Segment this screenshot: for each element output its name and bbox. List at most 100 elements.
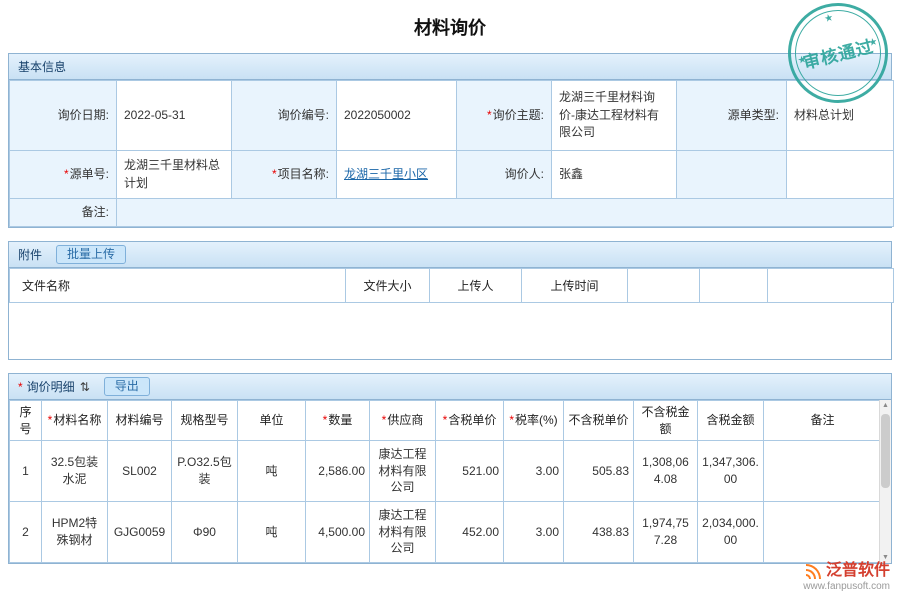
required-marker: *	[509, 413, 514, 427]
column-header-empty	[768, 269, 894, 303]
required-marker: *	[382, 413, 387, 427]
brand-watermark: 泛普软件 www.fanpusoft.com	[803, 562, 890, 592]
required-marker: *	[272, 167, 277, 181]
cell-no-tax-amount: 1,974,757.28	[634, 502, 698, 563]
column-header-seq: 序号	[10, 401, 42, 441]
cell-quantity: 2,586.00	[306, 441, 370, 502]
cell-tax-amount: 1,347,306.00	[698, 441, 764, 502]
cell-tax-price: 521.00	[436, 441, 504, 502]
header-text: 数量	[328, 413, 352, 427]
column-header-material-no: 材料编号	[108, 401, 172, 441]
header-text: 税率(%)	[515, 413, 558, 427]
label-text: 项目名称:	[278, 167, 329, 181]
inquiry-detail-panel: *询价明细⇅ 导出 序号 *材料名称 材料编号 规格型号 单位 *数量 *供应商…	[8, 373, 892, 564]
inquirer-label: 询价人:	[457, 151, 552, 199]
required-marker: *	[48, 413, 53, 427]
source-type-value: 材料总计划	[787, 81, 894, 151]
cell-material-no: SL002	[108, 441, 172, 502]
header-text: 备注	[810, 413, 834, 427]
cell-seq: 1	[10, 441, 42, 502]
column-header-tax-price: *含税单价	[436, 401, 504, 441]
inquiry-detail-table-wrap: 序号 *材料名称 材料编号 规格型号 单位 *数量 *供应商 *含税单价 *税率…	[9, 400, 891, 563]
subject-label: *询价主题:	[457, 81, 552, 151]
subject-value: 龙湖三千里材料询价-康达工程材料有限公司	[552, 81, 677, 151]
attachments-header: 附件 批量上传	[9, 242, 891, 268]
brand-name: 泛普软件	[826, 563, 890, 579]
column-header-empty	[628, 269, 700, 303]
scroll-down-icon[interactable]: ▼	[880, 554, 891, 561]
cell-spec: Φ90	[172, 502, 238, 563]
basic-info-header: 基本信息	[9, 54, 891, 80]
header-text: 单位	[259, 413, 283, 427]
header-text: 含税金额	[706, 413, 754, 427]
cell-tax-rate: 3.00	[504, 502, 564, 563]
scrollbar-thumb[interactable]	[881, 414, 890, 488]
fanpu-logo-icon	[805, 562, 823, 579]
remark-value	[117, 199, 894, 227]
required-marker: *	[487, 108, 492, 122]
cell-no-tax-amount: 1,308,064.08	[634, 441, 698, 502]
column-header-tax-amount: 含税金额	[698, 401, 764, 441]
empty-label-cell	[677, 151, 787, 199]
title-text: 询价明细	[27, 378, 75, 395]
remark-label: 备注:	[10, 199, 117, 227]
column-header-no-tax-amount: 不含税金额	[634, 401, 698, 441]
inquiry-date-label: 询价日期:	[10, 81, 117, 151]
value-text: 材料总计划	[794, 108, 854, 122]
column-header-tax-rate: *税率(%)	[504, 401, 564, 441]
inquiry-detail-table: 序号 *材料名称 材料编号 规格型号 单位 *数量 *供应商 *含税单价 *税率…	[9, 400, 882, 563]
empty-value-cell	[787, 151, 894, 199]
inquirer-value: 张鑫	[552, 151, 677, 199]
scroll-up-icon[interactable]: ▲	[880, 402, 891, 409]
column-header-spec: 规格型号	[172, 401, 238, 441]
column-header-quantity: *数量	[306, 401, 370, 441]
value-text: 龙湖三千里材料询价-康达工程材料有限公司	[559, 90, 659, 139]
column-header-file-name: 文件名称	[10, 269, 346, 303]
cell-tax-amount: 2,034,000.00	[698, 502, 764, 563]
value-text: 2022050002	[344, 108, 411, 122]
cell-remark	[764, 502, 882, 563]
cell-unit: 吨	[238, 441, 306, 502]
project-name-value: 龙湖三千里小区	[337, 151, 457, 199]
value-text: 2022-05-31	[124, 108, 185, 122]
attachments-title: 附件	[18, 246, 42, 263]
header-text: 规格型号	[180, 413, 228, 427]
value-text: 张鑫	[559, 167, 583, 181]
inquiry-detail-title: * 询价明细 ⇅	[18, 378, 90, 395]
header-text: 材料名称	[53, 413, 101, 427]
attachments-panel: 附件 批量上传 文件名称 文件大小 上传人 上传时间	[8, 241, 892, 360]
label-text: 源单类型:	[728, 108, 779, 122]
inquiry-no-value: 2022050002	[337, 81, 457, 151]
required-marker: *	[64, 167, 69, 181]
header-text: 不含税金额	[641, 405, 689, 436]
column-header-remark: 备注	[764, 401, 882, 441]
required-marker: *	[18, 380, 23, 394]
cell-quantity: 4,500.00	[306, 502, 370, 563]
source-no-label: *源单号:	[10, 151, 117, 199]
table-row: 1 32.5包装水泥 SL002 P.O32.5包装 吨 2,586.00 康达…	[10, 441, 882, 502]
cell-no-tax-price: 438.83	[564, 502, 634, 563]
label-text: 源单号:	[70, 167, 109, 181]
basic-info-title: 基本信息	[18, 58, 66, 75]
project-name-label: *项目名称:	[232, 151, 337, 199]
project-name-link[interactable]: 龙湖三千里小区	[344, 167, 428, 181]
required-marker: *	[323, 413, 328, 427]
inquiry-date-value: 2022-05-31	[117, 81, 232, 151]
export-button[interactable]: 导出	[104, 377, 150, 396]
cell-no-tax-price: 505.83	[564, 441, 634, 502]
cell-material-name: HPM2特殊钢材	[42, 502, 108, 563]
batch-upload-button[interactable]: 批量上传	[56, 245, 126, 264]
column-header-file-size: 文件大小	[346, 269, 430, 303]
column-header-uploader: 上传人	[430, 269, 522, 303]
sort-icon[interactable]: ⇅	[80, 380, 90, 394]
column-header-upload-time: 上传时间	[522, 269, 628, 303]
page-title: 材料询价	[0, 0, 900, 53]
header-text: 不含税单价	[568, 413, 628, 427]
column-header-no-tax-price: 不含税单价	[564, 401, 634, 441]
label-text: 询价主题:	[493, 108, 544, 122]
label-text: 询价编号:	[278, 108, 329, 122]
header-text: 含税单价	[448, 413, 496, 427]
attachments-empty-area	[9, 303, 891, 359]
vertical-scrollbar[interactable]: ▲ ▼	[879, 400, 891, 563]
basic-info-form: 询价日期: 2022-05-31 询价编号: 2022050002 *询价主题:…	[9, 80, 894, 227]
